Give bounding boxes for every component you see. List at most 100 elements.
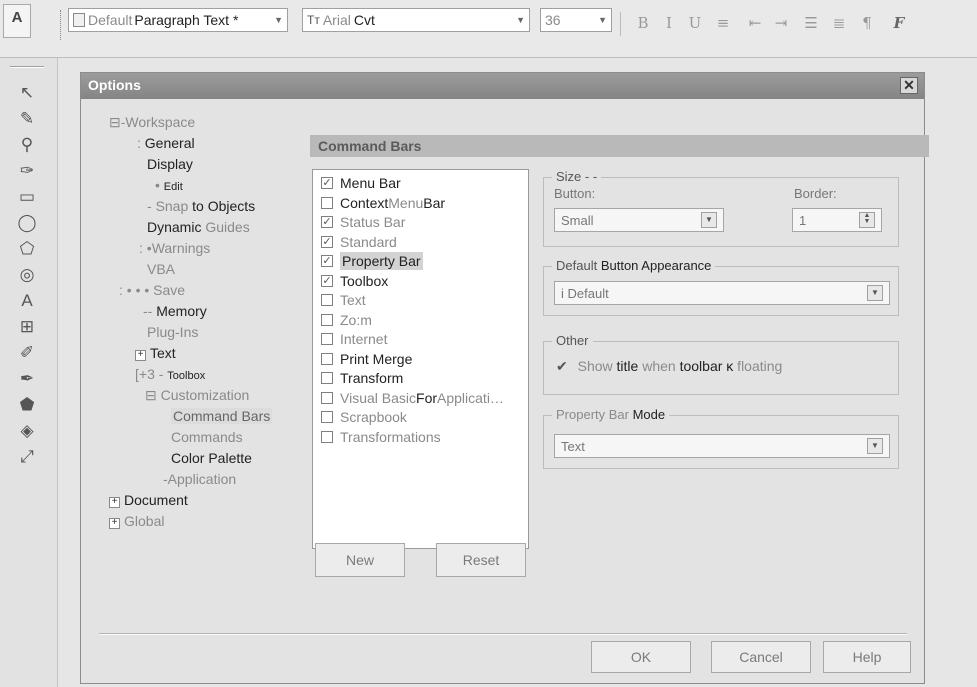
command-bar-item[interactable]: Internet [321, 330, 387, 348]
underline-icon[interactable]: U [684, 12, 706, 34]
tree-item[interactable]: ⊟-Workspace [109, 113, 195, 131]
tree-item[interactable]: Plug-Ins [147, 323, 198, 341]
eyedropper-tool-icon[interactable]: ✐ [14, 340, 40, 366]
tree-item[interactable]: + Text [135, 344, 176, 362]
tree-item[interactable]: [+3 - Toolbox [135, 365, 205, 385]
paragraph-icon[interactable]: ¶ [856, 12, 878, 34]
tree-item[interactable]: • Edit [155, 176, 183, 196]
tree-item[interactable]: Command Bars [171, 407, 273, 425]
rectangle-tool-icon[interactable]: ▭ [14, 184, 40, 210]
tree-item-label: Commands [171, 429, 243, 445]
polygon-tool-icon[interactable]: ⬠ [14, 236, 40, 262]
tree-item[interactable]: VBA [147, 260, 175, 278]
font-size-combo[interactable]: 36 ▼ [540, 8, 612, 32]
command-bar-item[interactable]: ✓ Property Bar [321, 252, 423, 270]
indent-decrease-icon[interactable]: ⇤ [744, 12, 766, 34]
checkbox-checked-icon[interactable]: ✓ [321, 177, 333, 189]
expand-icon[interactable]: + [109, 518, 120, 529]
interactive-fill-icon[interactable]: ◈ [14, 418, 40, 444]
tree-item[interactable]: Commands [171, 428, 243, 446]
font-format-icon[interactable]: F [888, 12, 910, 34]
close-button[interactable]: ✕ [900, 77, 918, 94]
command-bar-item[interactable]: Scrapbook [321, 408, 407, 426]
new-button[interactable]: New [315, 543, 405, 577]
text-tool-icon[interactable]: A [14, 288, 40, 314]
align-icon[interactable]: ≡ [712, 12, 734, 34]
checkbox-checked-icon[interactable]: ✓ [321, 274, 333, 287]
command-bar-item[interactable]: ✓ Toolbox [321, 272, 388, 290]
tree-item[interactable]: - Snap to Objects [147, 197, 255, 215]
bullets-icon[interactable]: ☰ [800, 12, 822, 34]
tree-item[interactable]: + Global [109, 512, 164, 530]
checkbox-checked-icon[interactable]: ✓ [321, 216, 333, 228]
shape-tool-icon[interactable]: ✎ [14, 106, 40, 132]
command-bar-item[interactable]: Visual Basic For Applicati… [321, 389, 504, 407]
show-title-checkbox[interactable]: ✔ Show title when toolbar ĸ floating [556, 358, 782, 375]
command-bar-item[interactable]: ✓ Standard [321, 233, 397, 251]
tree-item[interactable]: : •Warnings [139, 239, 210, 257]
tree-item[interactable]: + Document [109, 491, 188, 509]
command-bar-item[interactable]: Transform [321, 369, 403, 387]
tree-item-label: to Objects [188, 198, 256, 214]
reset-button[interactable]: Reset [436, 543, 526, 577]
ellipse-tool-icon[interactable]: ◯ [14, 210, 40, 236]
tree-item[interactable]: : • • • Save [119, 281, 185, 299]
mesh-fill-icon[interactable]: ⤢ [14, 444, 40, 470]
spiral-tool-icon[interactable]: ◎ [14, 262, 40, 288]
tree-item[interactable]: Display [147, 155, 193, 173]
paragraph-style-combo[interactable]: Default Paragraph Text * ▼ [68, 8, 288, 32]
bold-icon[interactable]: B [632, 12, 654, 34]
zoom-tool-icon[interactable]: ⚲ [14, 132, 40, 158]
toolbox-grip[interactable] [10, 66, 44, 68]
italic-icon[interactable]: I [658, 12, 680, 34]
appearance-legend: Default Button Appearance [552, 258, 716, 273]
checkbox-icon[interactable] [321, 333, 333, 345]
command-bar-item[interactable]: ✓ Status Bar [321, 213, 405, 231]
checkbox-icon[interactable] [321, 391, 333, 404]
tree-connector: : [137, 135, 145, 151]
pick-tool-icon[interactable]: ↖ [14, 80, 40, 106]
tree-item[interactable]: -- Memory [143, 302, 207, 320]
checkbox-checked-icon[interactable]: ✓ [321, 255, 333, 267]
checkbox-icon[interactable] [321, 196, 333, 209]
tree-item[interactable]: -Application [163, 470, 236, 488]
expand-icon[interactable]: + [109, 497, 120, 508]
mode-value: Text [561, 438, 585, 454]
command-bar-item[interactable]: Print Merge [321, 350, 412, 368]
dropcap-icon[interactable]: ≣ [828, 12, 850, 34]
spinner-arrows-icon[interactable]: ▲ ▼ [859, 212, 875, 228]
text-tool-corner-icon[interactable]: A [3, 4, 31, 38]
button-appearance-select[interactable]: i Default ▼ [554, 281, 890, 305]
indent-increase-icon[interactable]: ⇥ [770, 12, 792, 34]
command-bar-item[interactable]: Context Menu Bar [321, 194, 445, 212]
checkbox-icon[interactable] [321, 294, 333, 306]
freehand-tool-icon[interactable]: ✑ [14, 158, 40, 184]
tree-item[interactable]: Dynamic Guides [147, 218, 250, 236]
fill-tool-icon[interactable]: ⬟ [14, 392, 40, 418]
checkbox-icon[interactable] [321, 352, 333, 365]
border-spinner[interactable]: 1 ▲ ▼ [792, 208, 882, 232]
checkbox-icon[interactable] [321, 313, 333, 326]
property-bar-mode-select[interactable]: Text ▼ [554, 434, 890, 458]
checkbox-icon[interactable] [321, 430, 333, 443]
checkbox-icon[interactable] [321, 411, 333, 423]
interactive-tool-icon[interactable]: ⊞ [14, 314, 40, 340]
command-bar-item[interactable]: ✓ Menu Bar [321, 174, 401, 192]
button-size-select[interactable]: Small ▼ [554, 208, 724, 232]
ok-button[interactable]: OK [591, 641, 691, 673]
help-button[interactable]: Help [823, 641, 911, 673]
font-combo[interactable]: Tт Arial Cvt ▼ [302, 8, 530, 32]
tree-item[interactable]: Color Palette [171, 449, 252, 467]
tree-item[interactable]: : General [137, 134, 195, 152]
cancel-button[interactable]: Cancel [711, 641, 811, 673]
command-bar-item[interactable]: Zo:m [321, 311, 372, 329]
checkbox-checked-icon[interactable]: ✓ [321, 235, 333, 248]
dialog-titlebar[interactable]: Options ✕ [81, 73, 924, 99]
expand-icon[interactable]: + [135, 350, 146, 361]
command-bar-item[interactable]: Text [321, 291, 366, 309]
checkbox-icon[interactable] [321, 372, 333, 384]
toolbar-grip[interactable] [60, 10, 64, 40]
command-bar-item[interactable]: Transformations [321, 428, 441, 446]
outline-tool-icon[interactable]: ✒ [14, 366, 40, 392]
tree-item[interactable]: ⊟ Customization [145, 386, 249, 404]
